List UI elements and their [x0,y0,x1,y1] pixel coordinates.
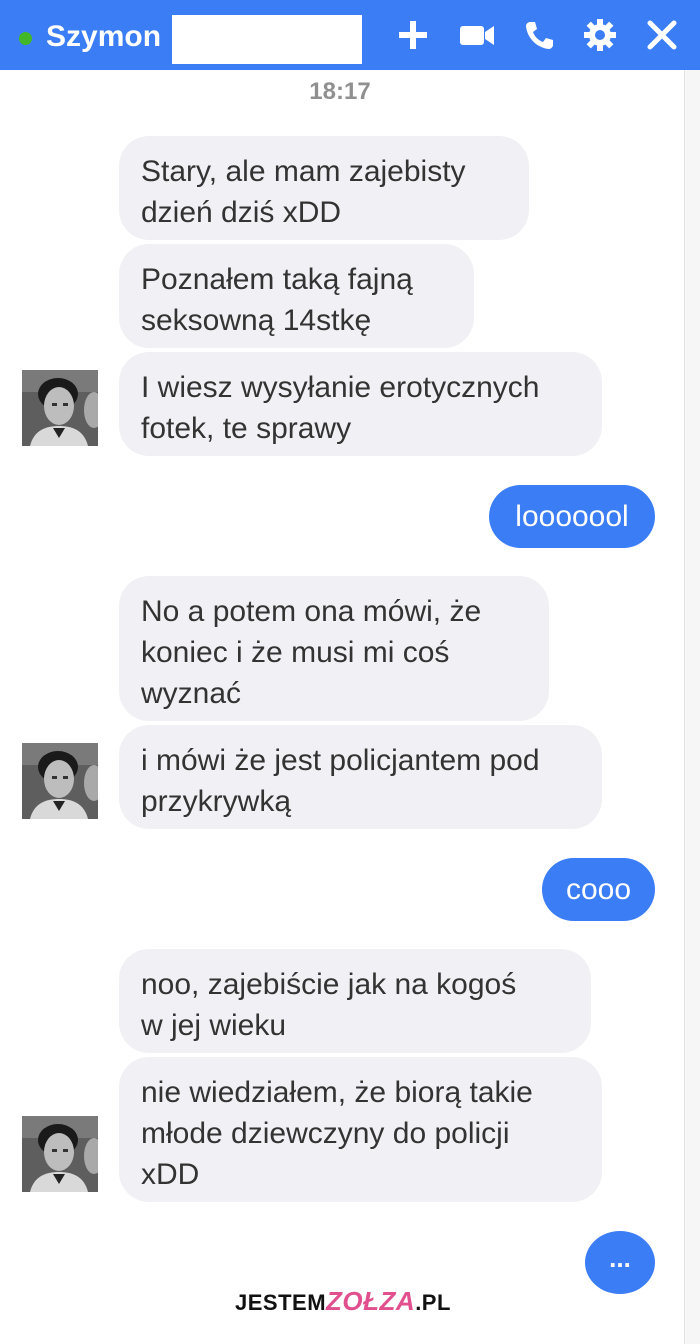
typing-indicator: ... [585,1231,655,1294]
chat-header: Szymon [0,0,700,70]
phone-icon[interactable] [522,18,556,52]
plus-icon[interactable] [396,18,430,52]
watermark-prefix: JESTEM [235,1290,327,1315]
incoming-message[interactable]: Poznałem taką fajną seksowną 14stkę [119,244,474,348]
gear-icon[interactable] [583,18,617,52]
video-icon[interactable] [458,18,496,52]
site-watermark: JESTEMZOŁZA.PL [235,1286,485,1318]
outgoing-message[interactable]: looooool [489,485,655,548]
close-icon[interactable] [645,18,679,52]
incoming-message[interactable]: nie wiedziałem, że biorą takie młode dzi… [119,1057,602,1202]
watermark-accent: ZOŁZA [326,1286,416,1316]
incoming-message[interactable]: Stary, ale mam zajebisty dzień dziś xDD [119,136,529,240]
incoming-message[interactable]: noo, zajebiście jak na kogoś w jej wieku [119,949,591,1053]
incoming-message[interactable]: i mówi że jest policjantem pod przykrywk… [119,725,602,829]
name-redaction [172,15,362,64]
scrollbar[interactable] [684,70,700,1344]
incoming-message[interactable]: No a potem ona mówi, że koniec i że musi… [119,576,549,721]
avatar[interactable] [22,1116,98,1192]
avatar[interactable] [22,370,98,446]
incoming-message[interactable]: I wiesz wysyłanie erotycznych fotek, te … [119,352,602,456]
outgoing-message[interactable]: cooo [542,858,655,921]
contact-name[interactable]: Szymon [46,19,161,55]
message-timestamp: 18:17 [309,78,371,105]
avatar[interactable] [22,743,98,819]
watermark-suffix: .PL [415,1290,451,1315]
online-status-dot [19,32,32,45]
